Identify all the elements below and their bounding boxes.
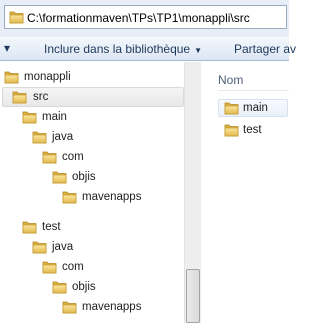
- tree-item-mavenapps[interactable]: mavenapps: [0, 297, 184, 317]
- tree-item-label: objis: [72, 171, 96, 183]
- tree-item-label: mavenapps: [82, 301, 142, 313]
- tree-item-objis[interactable]: objis: [0, 277, 184, 297]
- folder-icon: [12, 90, 27, 104]
- tree-item-java[interactable]: java: [0, 127, 184, 147]
- folder-icon: [224, 101, 239, 115]
- tree-item-main[interactable]: main: [0, 107, 184, 127]
- tree-item-label: com: [62, 151, 84, 163]
- tree-item-com[interactable]: com: [0, 147, 184, 167]
- folder-icon: [42, 260, 57, 274]
- folder-icon: [52, 280, 67, 294]
- tree-item-src[interactable]: src: [2, 87, 184, 107]
- folder-icon: [52, 170, 67, 184]
- folder-icon: [62, 190, 77, 204]
- file-item-label: main: [243, 102, 268, 114]
- address-area: C:\formationmaven\TPs\TP1\monappli\src: [0, 0, 289, 37]
- share-label: Partager av: [234, 42, 297, 56]
- include-library-button[interactable]: Inclure dans la bibliothèque ▼: [44, 42, 202, 56]
- tree-item-label: main: [42, 111, 67, 123]
- tree-item-com[interactable]: com: [0, 257, 184, 277]
- address-path[interactable]: C:\formationmaven\TPs\TP1\monappli\src: [27, 11, 250, 25]
- tree-item-label: objis: [72, 281, 96, 293]
- tree-item-label: test: [42, 221, 61, 233]
- share-button[interactable]: Partager av: [234, 42, 296, 56]
- navigation-tree: monappli src main java com objis mavenap…: [0, 62, 200, 323]
- tree-item-test[interactable]: test: [0, 217, 184, 237]
- scrollbar-thumb[interactable]: [186, 269, 200, 323]
- tree-item-label: monappli: [24, 71, 71, 83]
- toolbar: ▾ Inclure dans la bibliothèque ▼ Partager…: [0, 37, 296, 61]
- chevron-down-icon[interactable]: ▾: [4, 41, 10, 55]
- tree-item-label: src: [33, 91, 49, 103]
- tree-item-java[interactable]: java: [0, 237, 184, 257]
- tree-item-objis[interactable]: objis: [0, 167, 184, 187]
- folder-icon: [32, 240, 47, 254]
- file-item-label: test: [243, 124, 262, 136]
- chevron-down-icon: ▼: [194, 46, 203, 55]
- column-separator: [218, 90, 289, 91]
- tree-item-monappli[interactable]: monappli: [0, 67, 184, 87]
- include-library-label: Inclure dans la bibliothèque: [44, 42, 191, 56]
- file-item-test[interactable]: test: [218, 121, 288, 139]
- tree-scrollbar[interactable]: [184, 62, 201, 323]
- column-header-name[interactable]: Nom: [218, 73, 243, 87]
- tree-item-label: mavenapps: [82, 191, 142, 203]
- tree-item-mavenapps[interactable]: mavenapps: [0, 187, 184, 207]
- folder-icon: [22, 110, 37, 124]
- folder-icon: [4, 70, 19, 84]
- tree-item-label: java: [52, 241, 74, 253]
- address-bar[interactable]: C:\formationmaven\TPs\TP1\monappli\src: [4, 5, 287, 29]
- folder-icon: [22, 220, 37, 234]
- folder-icon: [42, 150, 57, 164]
- tree-item-label: com: [62, 261, 84, 273]
- folder-icon: [32, 130, 47, 144]
- folder-icon: [224, 123, 239, 137]
- folder-icon: [62, 300, 77, 314]
- tree-item-label: java: [52, 131, 74, 143]
- file-item-main[interactable]: main: [218, 99, 288, 117]
- folder-icon: [9, 10, 24, 24]
